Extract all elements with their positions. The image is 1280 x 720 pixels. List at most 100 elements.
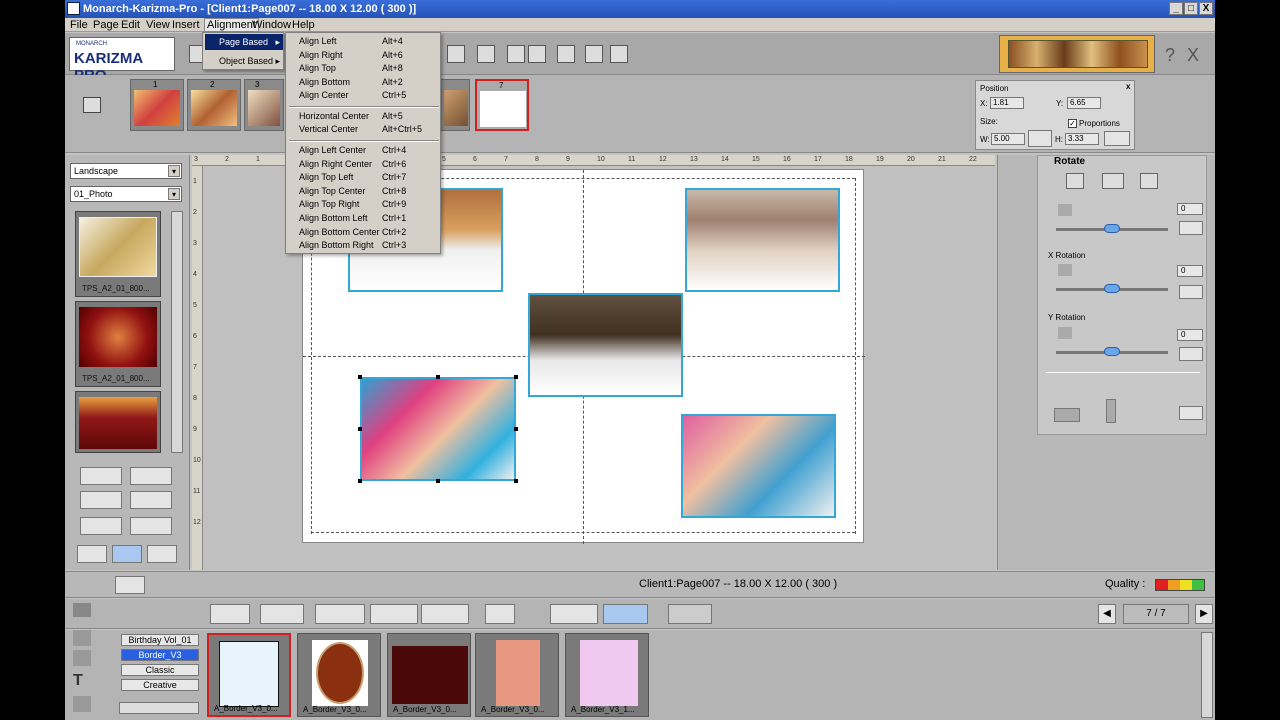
page-thumb[interactable]: 3 (244, 79, 284, 131)
template-thumb[interactable] (75, 391, 161, 453)
page-based-menu-item[interactable]: Page Based ▸ (205, 34, 283, 50)
photo-frame[interactable] (528, 293, 683, 397)
prev-page-button[interactable]: ◀ (1098, 604, 1116, 624)
menu-file[interactable]: File (70, 19, 88, 31)
border-thumb[interactable]: A_Border_V3_1... (565, 633, 649, 717)
menu-item-align-top[interactable]: Align Top Alt+8 (286, 62, 442, 75)
minimize-button[interactable]: _ (1169, 2, 1183, 15)
layout-button[interactable] (80, 467, 122, 485)
export-button[interactable] (485, 604, 515, 624)
border-thumb[interactable]: A_Border_V3_0... (475, 633, 559, 717)
layout-button[interactable] (130, 491, 172, 509)
photo-frame[interactable] (681, 414, 836, 518)
x-position-field[interactable]: 1.81 (990, 97, 1024, 109)
y-rotation-field[interactable]: 0 (1177, 329, 1203, 341)
mountain-icon[interactable] (73, 603, 91, 617)
remove-image-button[interactable] (421, 604, 469, 624)
selection-handle[interactable] (514, 479, 518, 483)
rotate-180-icon[interactable] (1102, 173, 1124, 189)
orientation-select[interactable]: Landscape ▾ (70, 163, 182, 179)
tool-person-icon[interactable] (610, 45, 628, 63)
template-thumb[interactable]: TPS_A2_01_800... (75, 301, 161, 387)
x-rotation-field[interactable]: 0 (1177, 265, 1203, 277)
menu-item-vertical-center[interactable]: Vertical Center Alt+Ctrl+5 (286, 123, 442, 136)
menu-item-align-right-center[interactable]: Align Right Center Ctrl+6 (286, 158, 442, 171)
selection-handle[interactable] (514, 375, 518, 379)
page-thumb[interactable]: 1 (130, 79, 184, 131)
category-scrollbar[interactable] (119, 702, 199, 714)
apply-button[interactable] (1179, 406, 1203, 420)
border-thumb[interactable]: A_Border_V3_0... (387, 633, 471, 717)
object-based-menu-item[interactable]: Object Based ▸ (205, 53, 283, 69)
menu-item-align-top-left[interactable]: Align Top Left Ctrl+7 (286, 171, 442, 184)
maximize-button[interactable]: □ (1184, 2, 1198, 15)
close-window-button[interactable]: X (1199, 2, 1213, 15)
menu-item-align-top-center[interactable]: Align Top Center Ctrl+8 (286, 185, 442, 198)
close-icon[interactable]: X (1187, 45, 1199, 66)
menu-help[interactable]: Help (292, 19, 315, 31)
border-thumb[interactable]: A_Border_V3_0... (297, 633, 381, 717)
diamond-tool-button[interactable] (260, 604, 304, 624)
menu-window[interactable]: Window (252, 19, 291, 31)
photo-frame[interactable] (685, 188, 840, 292)
tool-mirror-icon[interactable] (528, 45, 546, 63)
template-thumb[interactable]: TPS_A2_01_800... (75, 211, 161, 297)
selection-handle[interactable] (514, 427, 518, 431)
layout-button[interactable] (130, 517, 172, 535)
remove-frame-button[interactable] (315, 604, 365, 624)
menu-view[interactable]: View (146, 19, 170, 31)
menu-item-align-bottom-left[interactable]: Align Bottom Left Ctrl+1 (286, 212, 442, 225)
selection-handle[interactable] (436, 375, 440, 379)
tray-scrollbar[interactable] (1201, 632, 1213, 718)
rotate-right-icon[interactable] (1140, 173, 1158, 189)
help-icon[interactable]: ? (1165, 45, 1175, 66)
view-mode-button[interactable] (112, 545, 142, 563)
apply-size-button[interactable] (1104, 131, 1130, 146)
x-rotation-knob[interactable] (1104, 284, 1120, 293)
tool-flip-icon[interactable] (507, 45, 525, 63)
menu-alignment[interactable]: Alignment (204, 18, 259, 32)
view-mode-button[interactable] (147, 545, 177, 563)
menu-item-align-bottom-right[interactable]: Align Bottom Right Ctrl+3 (286, 239, 442, 252)
category-item-selected[interactable]: Border_V3 (121, 649, 199, 661)
photo-tool-button[interactable] (210, 604, 250, 624)
blank-page-button[interactable] (80, 517, 122, 535)
layout-button[interactable] (130, 467, 172, 485)
tool-monitor-icon[interactable] (477, 45, 495, 63)
color-tool-button[interactable] (550, 604, 598, 624)
menu-item-horizontal-center[interactable]: Horizontal Center Alt+5 (286, 110, 442, 123)
crop-icon[interactable] (73, 650, 91, 666)
width-field[interactable]: 5.00 (991, 133, 1025, 145)
proportions-checkbox[interactable]: ✓ (1068, 119, 1077, 128)
rotate-slider-knob[interactable] (1104, 224, 1120, 233)
selection-handle[interactable] (358, 479, 362, 483)
add-page-icon[interactable] (115, 576, 145, 594)
menu-item-align-left[interactable]: Align Left Alt+4 (286, 35, 442, 48)
page-thumb-selected[interactable]: 7 (475, 79, 529, 131)
y-rotation-knob[interactable] (1104, 347, 1120, 356)
menu-item-align-bottom-center[interactable]: Align Bottom Center Ctrl+2 (286, 226, 442, 239)
rotate-left-icon[interactable] (1066, 173, 1084, 189)
category-item[interactable]: Creative (121, 679, 199, 691)
height-field[interactable]: 3.33 (1065, 133, 1099, 145)
next-page-button[interactable]: ▶ (1195, 604, 1213, 624)
menu-edit[interactable]: Edit (121, 19, 140, 31)
menu-item-align-bottom[interactable]: Align Bottom Alt+2 (286, 76, 442, 89)
position-close-icon[interactable]: x (1126, 82, 1130, 91)
menu-page[interactable]: Page (93, 19, 119, 31)
figure-icon[interactable] (1106, 399, 1116, 423)
menu-item-align-center[interactable]: Align Center Ctrl+5 (286, 89, 442, 102)
photo-frame-selected[interactable] (360, 377, 516, 481)
menu-item-align-left-center[interactable]: Align Left Center Ctrl+4 (286, 144, 442, 157)
page-nav-icon[interactable] (83, 97, 101, 113)
category-item[interactable]: Classic (121, 664, 199, 676)
category-select[interactable]: 01_Photo ▾ (70, 186, 182, 202)
border-thumb-selected[interactable]: A_Border_V3_0... (207, 633, 291, 717)
template-scrollbar[interactable] (171, 211, 183, 453)
selection-handle[interactable] (436, 479, 440, 483)
rotate-apply-button[interactable] (1179, 221, 1203, 235)
page-thumb[interactable] (440, 79, 470, 131)
y-rotation-apply-button[interactable] (1179, 347, 1203, 361)
page-thumb[interactable]: 2 (187, 79, 241, 131)
category-item[interactable]: Birthday Vol_01 (121, 634, 199, 646)
